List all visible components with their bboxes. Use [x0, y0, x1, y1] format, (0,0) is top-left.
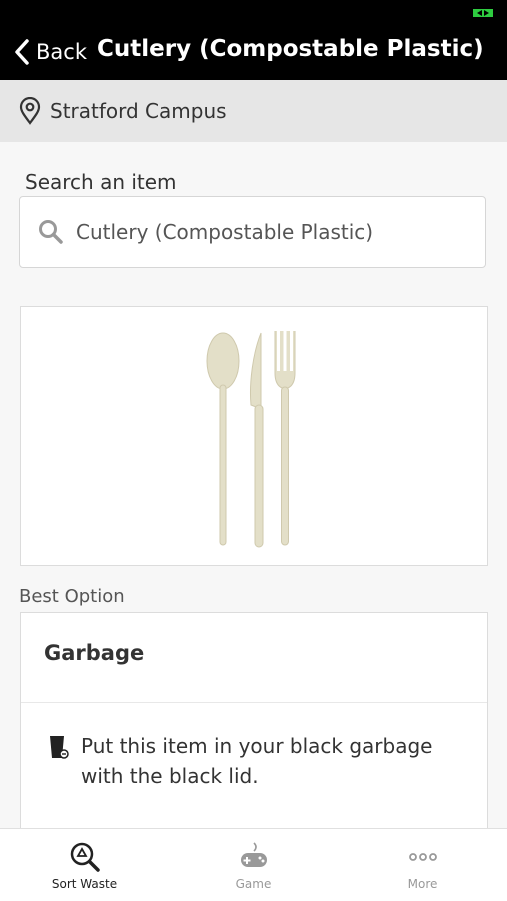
location-pin-icon [19, 97, 41, 125]
garbage-bin-icon [50, 736, 69, 759]
recycle-search-icon [70, 842, 100, 872]
tab-game[interactable]: Game [169, 829, 338, 901]
tab-label: More [407, 877, 438, 891]
cutlery-image [206, 331, 296, 548]
card-divider [21, 702, 487, 703]
gamepad-icon [240, 842, 267, 867]
back-label: Back [36, 40, 87, 64]
disposal-card: Garbage Put this item in your black garb… [20, 612, 488, 842]
page-title: Cutlery (Compostable Plastic) [97, 36, 484, 62]
tab-sort-waste[interactable]: Sort Waste [0, 829, 169, 901]
tab-label: Sort Waste [51, 877, 118, 891]
tab-bar: Sort Waste Game More [0, 828, 507, 901]
campus-selector[interactable]: Stratford Campus [0, 80, 507, 142]
disposal-instruction: Put this item in your black garbage with… [81, 734, 433, 788]
header-bar: Back Cutlery (Compostable Plastic) [0, 0, 507, 80]
best-option-label: Best Option [19, 586, 125, 607]
search-label: Search an item [25, 170, 177, 194]
item-image-container [20, 306, 488, 566]
disposal-title: Garbage [44, 641, 145, 665]
chevron-left-icon [15, 39, 29, 65]
campus-name: Stratford Campus [50, 99, 227, 123]
search-icon [39, 220, 63, 244]
back-button[interactable]: Back [14, 37, 87, 67]
search-field[interactable] [19, 196, 486, 268]
more-dots-icon [408, 853, 437, 861]
main-content: Search an item Best Option Garbage [0, 142, 507, 842]
battery-charging-icon [473, 9, 493, 17]
search-input[interactable] [74, 219, 458, 245]
tab-label: Game [235, 877, 272, 891]
tab-more[interactable]: More [338, 829, 507, 901]
